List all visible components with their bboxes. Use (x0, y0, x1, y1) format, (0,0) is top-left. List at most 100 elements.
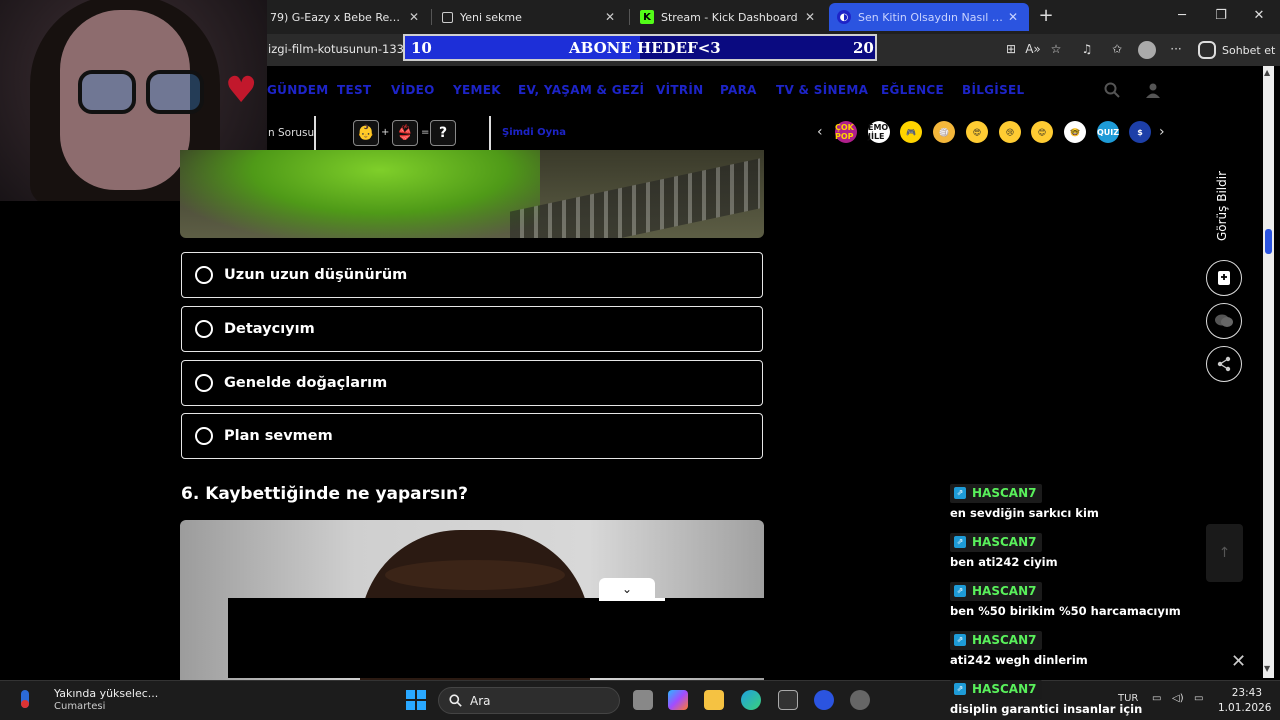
nav-item-gundem[interactable]: GÜNDEM (267, 83, 329, 97)
chat-badge-icon: ⇗ (954, 487, 966, 499)
profile-avatar[interactable] (1138, 41, 1156, 59)
play-now-link[interactable]: Şimdi Oyna (502, 127, 566, 138)
more-menu-icon[interactable]: ··· (1167, 40, 1185, 58)
file-explorer-icon[interactable] (704, 690, 724, 710)
nav-item-eglence[interactable]: EĞLENCE (881, 83, 944, 97)
nav-item-tv-sinema[interactable]: TV & SİNEMA (776, 83, 868, 97)
arrow-up-icon[interactable]: ↑ (1206, 524, 1243, 582)
category-icon[interactable]: $ (1129, 121, 1151, 143)
answer-option[interactable]: Genelde doğaçlarım (181, 360, 763, 406)
nav-item-bilgisel[interactable]: BİLGİSEL (962, 83, 1024, 97)
radio-circle-icon (195, 427, 213, 445)
close-icon[interactable]: ✕ (602, 10, 618, 24)
weather-line2: Cumartesi (54, 701, 106, 712)
tab-kick-dashboard[interactable]: K Stream - Kick Dashboard ✕ (632, 3, 826, 31)
scroll-down-icon[interactable]: ▼ (1264, 664, 1270, 673)
subnav-item[interactable]: n Sorusu (268, 127, 314, 139)
apps-icon[interactable]: ⊞ (1002, 40, 1020, 58)
feedback-label: Görüş Bildir (1215, 170, 1229, 242)
share-icon (1217, 356, 1231, 372)
emoji-box: 👶 (353, 120, 379, 146)
store-icon[interactable] (778, 690, 798, 710)
copilot-chat-button[interactable]: Sohbet et (1198, 40, 1275, 60)
share-button[interactable] (1206, 346, 1242, 382)
scroll-up-icon[interactable]: ▲ (1264, 68, 1270, 77)
category-icon[interactable]: ÇOK POP (835, 121, 857, 143)
edge-browser-icon[interactable] (741, 690, 761, 710)
battery-icon[interactable]: ▭ (1194, 693, 1203, 704)
search-icon[interactable] (1104, 82, 1120, 98)
nav-item-ev-yasam[interactable]: EV, YAŞAM & GEZİ (518, 83, 644, 97)
goal-target: 20 (853, 39, 874, 57)
answer-text: Plan sevmem (224, 428, 333, 444)
settings-gear-icon[interactable] (850, 690, 870, 710)
new-tab-button[interactable]: + (1036, 6, 1056, 26)
answer-text: Detaycıyım (224, 321, 315, 337)
tab-label: 79) G-Eazy x Bebe Rexha - Me, M (270, 10, 406, 24)
weather-widget[interactable]: Yakında yükselec... Cumartesi (14, 684, 158, 716)
chevron-right-icon[interactable]: › (1159, 124, 1165, 140)
subscriber-goal-bar: 10 ABONE HEDEF<3 20 (403, 34, 877, 61)
copilot-app-icon[interactable] (668, 690, 688, 710)
goal-title: ABONE HEDEF<3 (569, 39, 721, 57)
scrollbar-thumb[interactable] (1265, 229, 1272, 254)
tab-active-quiz[interactable]: ◐ Sen Kitin Olsaydın Nasıl Olurdun ✕ (829, 3, 1029, 31)
chat-text: ben %50 birikim %50 harcamacıyım (950, 603, 1181, 618)
nav-item-vitrin[interactable]: VİTRİN (656, 83, 704, 97)
question-title: 6. Kaybettiğinde ne yaparsın? (181, 484, 468, 504)
category-icon[interactable]: 🤓 (1064, 121, 1086, 143)
nav-item-yemek[interactable]: YEMEK (453, 83, 501, 97)
close-window-button[interactable]: ✕ (1244, 6, 1274, 26)
ad-banner (228, 598, 938, 678)
close-icon[interactable]: ✕ (802, 10, 818, 24)
chevron-down-icon[interactable]: ⌄ (599, 578, 655, 600)
category-icon[interactable]: 🎮 (900, 121, 922, 143)
chat-username: HASCAN7 (972, 633, 1037, 647)
chat-text: ben ati242 ciyim (950, 554, 1058, 569)
chat-text: ati242 wegh dinlerim (950, 652, 1088, 667)
category-icon[interactable]: 😍 (966, 121, 988, 143)
tab-label: Yeni sekme (460, 10, 522, 24)
category-icon[interactable]: 😊 (1031, 121, 1053, 143)
nav-item-para[interactable]: PARA (720, 83, 757, 97)
media-icon[interactable]: ♫ (1078, 40, 1096, 58)
radio-circle-icon (195, 374, 213, 392)
category-icon[interactable]: EMO JİLE (868, 121, 890, 143)
bookmark-button[interactable] (1206, 260, 1242, 296)
feedback-button[interactable]: Görüş Bildir (1207, 170, 1237, 242)
user-icon[interactable] (1145, 82, 1161, 98)
nav-item-video[interactable]: VİDEO (391, 83, 435, 97)
maximize-button[interactable]: ❐ (1206, 6, 1236, 26)
comments-button[interactable] (1206, 303, 1242, 339)
favorites-icon[interactable]: ✩ (1108, 40, 1126, 58)
category-icon[interactable]: 🏐 (933, 121, 955, 143)
page-scrollbar[interactable]: ▲ ▼ (1263, 66, 1274, 678)
chevron-left-icon[interactable]: ‹ (817, 124, 823, 140)
category-icon[interactable]: 😢 (999, 121, 1021, 143)
answer-option[interactable]: Detaycıyım (181, 306, 763, 352)
tab-new[interactable]: Yeni sekme ✕ (434, 3, 626, 31)
network-icon[interactable]: ▭ (1152, 693, 1161, 704)
task-view-icon[interactable] (633, 690, 653, 710)
close-icon[interactable]: ✕ (406, 10, 422, 24)
tab-music[interactable]: 79) G-Eazy x Bebe Rexha - Me, M ✕ (262, 3, 430, 31)
answer-option[interactable]: Uzun uzun düşünürüm (181, 252, 763, 298)
taskbar-clock[interactable]: 23:43 1.01.2026 (1218, 686, 1271, 716)
read-aloud-icon[interactable]: A» (1024, 40, 1042, 58)
answer-option[interactable]: Plan sevmem (181, 413, 763, 459)
category-icon[interactable]: QUIZ (1097, 121, 1119, 143)
radio-circle-icon (195, 320, 213, 338)
windows-start-icon[interactable] (406, 690, 426, 710)
volume-icon[interactable]: ◁) (1172, 693, 1184, 704)
minimize-button[interactable]: ─ (1167, 6, 1197, 26)
close-icon[interactable]: ✕ (1005, 10, 1021, 24)
taskbar-search[interactable]: Ara (438, 687, 620, 714)
obs-icon[interactable] (814, 690, 834, 710)
nav-item-test[interactable]: TEST (337, 83, 371, 97)
chat-username: HASCAN7 (972, 682, 1037, 696)
url-field[interactable]: izgi-film-kotusunun-133370 (268, 42, 404, 56)
chat-message: ⇗ HASCAN7 disiplin garantici insanlar içi… (950, 676, 1142, 716)
close-icon[interactable]: ✕ (1231, 651, 1246, 672)
favorite-icon[interactable]: ☆ (1047, 40, 1065, 58)
site-icon: ◐ (837, 10, 851, 24)
